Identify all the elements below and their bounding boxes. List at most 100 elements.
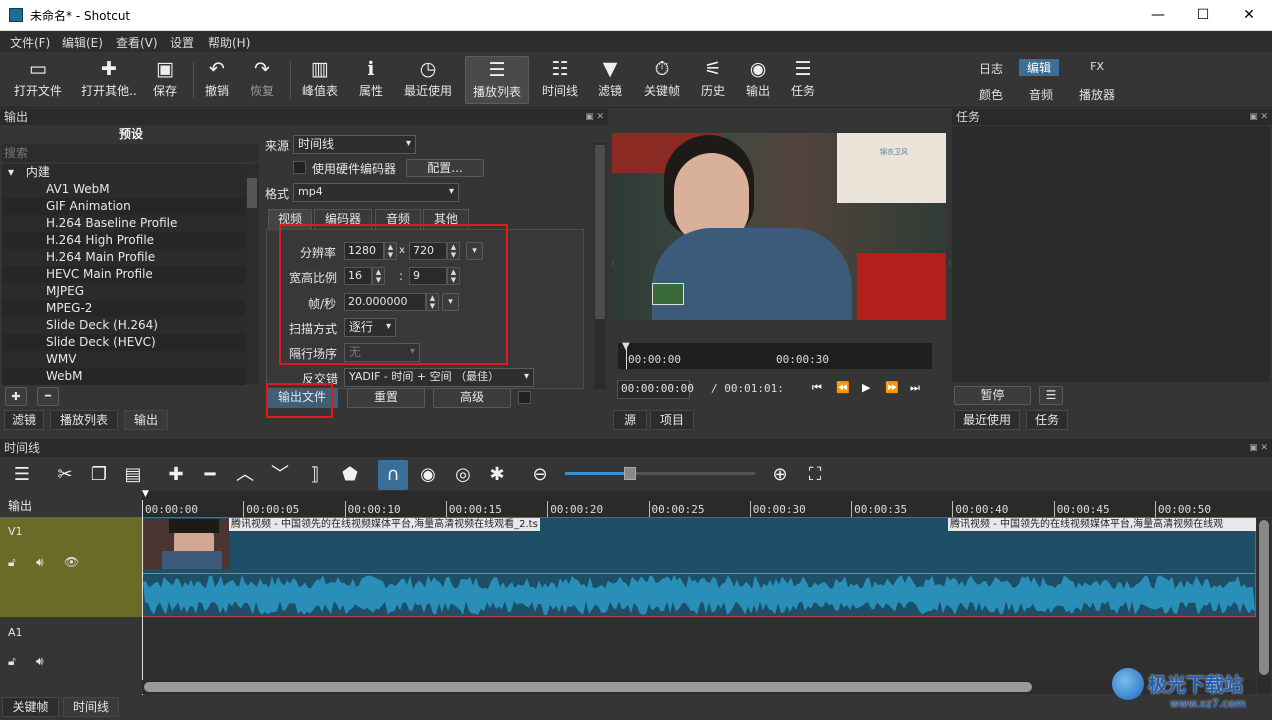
reset-button[interactable]: 重置	[347, 388, 425, 408]
splitter-handle-left[interactable]: ⋮	[610, 260, 616, 267]
tab-export[interactable]: 输出	[124, 410, 168, 430]
remove-preset-button[interactable]: ━	[37, 387, 59, 406]
preset-item[interactable]: MJPEG	[2, 283, 245, 300]
video-clip[interactable]: 腾讯视频 - 中国领先的在线视频媒体平台,海量高清视频在线观看_2.ts 腾讯视…	[142, 517, 1256, 617]
save-button[interactable]: ▣ 保存	[137, 56, 193, 104]
preset-item[interactable]: WebM	[2, 368, 245, 385]
pause-jobs-button[interactable]: 暂停	[954, 386, 1031, 405]
preset-item[interactable]: AV1 WebM	[2, 181, 245, 198]
preset-item[interactable]: WMV	[2, 351, 245, 368]
minimize-button[interactable]: —	[1135, 0, 1181, 31]
zoom-slider-handle[interactable]	[624, 467, 636, 480]
preset-item[interactable]: H.264 Main Profile	[2, 249, 245, 266]
menu-view[interactable]: 查看(V)	[116, 34, 158, 51]
add-preset-button[interactable]: ✚	[5, 387, 27, 406]
dock-float-close-icon[interactable]: ▣ ✕	[585, 109, 604, 125]
redo-button[interactable]: ↷ 恢复	[234, 56, 290, 104]
timeline-ruler[interactable]: 00:00:00 00:00:05 00:00:10 00:00:15 00:00:20…	[142, 491, 1272, 517]
layout-color[interactable]: 颜色	[971, 86, 1011, 103]
menu-help[interactable]: 帮助(H)	[208, 34, 250, 51]
preset-item[interactable]: HEVC Main Profile	[2, 266, 245, 283]
peak-meter-button[interactable]: ▥ 峰值表	[292, 56, 348, 104]
jobs-button[interactable]: ☰ 任务	[775, 56, 831, 104]
hw-encoder-checkbox[interactable]	[293, 161, 306, 174]
tab-playlist[interactable]: 播放列表	[50, 410, 118, 430]
skip-start-icon[interactable]: ⏮	[812, 381, 822, 395]
rewind-icon[interactable]: ⏪	[836, 381, 850, 394]
recent-button[interactable]: ◷ 最近使用	[400, 56, 456, 104]
scrub-icon[interactable]: ◉	[413, 460, 443, 490]
cut-icon[interactable]: ✂	[50, 460, 80, 490]
scrollbar-thumb[interactable]	[595, 145, 605, 319]
overwrite-icon[interactable]: ﹀	[265, 460, 295, 490]
mute-icon[interactable]: 🔊︎	[36, 654, 44, 669]
layout-audio[interactable]: 音频	[1021, 86, 1061, 103]
layout-editing[interactable]: 编辑	[1019, 59, 1059, 76]
tab-keyframes[interactable]: 关键帧	[2, 697, 59, 717]
zoom-out-icon[interactable]: ⊖	[525, 460, 555, 490]
timecode-input[interactable]: 00:00:00:00	[617, 380, 694, 399]
tab-source[interactable]: 源	[613, 410, 647, 430]
scrollbar-thumb[interactable]	[1259, 520, 1269, 675]
dock-float-close-icon[interactable]: ▣ ✕	[1249, 109, 1268, 125]
filter-button[interactable]: ▼ 滤镜	[582, 56, 638, 104]
lift-icon[interactable]: ︿	[230, 460, 260, 490]
zoom-in-icon[interactable]: ⊕	[765, 460, 795, 490]
menu-edit[interactable]: 编辑(E)	[62, 34, 103, 51]
preset-item[interactable]: H.264 Baseline Profile	[2, 215, 245, 232]
tab-jobs[interactable]: 任务	[1026, 410, 1068, 430]
format-select[interactable]: mp4	[293, 183, 459, 202]
ripple-icon[interactable]: ◎	[448, 460, 478, 490]
preset-list-scrollbar[interactable]	[245, 164, 259, 384]
playlist-button[interactable]: ☰ 播放列表	[465, 56, 529, 104]
fast-forward-icon[interactable]: ⏩	[885, 381, 899, 394]
tab-project[interactable]: 项目	[650, 410, 694, 430]
advanced-button[interactable]: 高级	[433, 388, 511, 408]
play-icon[interactable]: ▶	[862, 381, 870, 394]
copy-icon[interactable]: ❐	[84, 460, 114, 490]
snap-icon[interactable]: ∩	[378, 460, 408, 490]
configure-button[interactable]: 配置...	[406, 159, 484, 177]
open-file-button[interactable]: ▭ 打开文件	[10, 56, 66, 104]
menu-file[interactable]: 文件(F)	[10, 34, 50, 51]
deinterlace-select[interactable]: YADIF - 时间 + 空间 （最佳）	[344, 368, 534, 387]
timeline-vscroll[interactable]	[1257, 518, 1271, 693]
lock-icon[interactable]: 🔓︎	[8, 654, 16, 669]
preset-item[interactable]: MPEG-2	[2, 300, 245, 317]
preset-search-input[interactable]: 搜索	[2, 144, 258, 162]
source-select[interactable]: 时间线	[293, 135, 416, 154]
preset-item[interactable]: Slide Deck (H.264)	[2, 317, 245, 334]
zoom-slider[interactable]	[565, 467, 755, 480]
timeline-playhead-icon[interactable]: ▼	[142, 489, 149, 499]
player-scrubber[interactable]: ▼ 00:00:00 00:00:30	[618, 341, 932, 369]
open-other-button[interactable]: ✚ 打开其他..	[80, 56, 138, 104]
layout-logging[interactable]: 日志	[971, 60, 1011, 77]
settings-scrollbar[interactable]	[594, 143, 606, 389]
split-icon[interactable]: ⟧	[300, 460, 330, 490]
lock-icon[interactable]: 🔓︎	[8, 555, 16, 570]
scrollbar-thumb[interactable]	[247, 178, 257, 208]
layout-player[interactable]: 播放器	[1074, 86, 1120, 103]
tab-filters[interactable]: 滤镜	[4, 410, 44, 430]
hide-icon[interactable]: 👁︎	[64, 555, 79, 569]
append-icon[interactable]: ✚	[161, 460, 191, 490]
preset-item[interactable]: GIF Animation	[2, 198, 245, 215]
properties-button[interactable]: ℹ 属性	[343, 56, 399, 104]
ripple-all-icon[interactable]: ✱	[482, 460, 512, 490]
layout-fx[interactable]: FX	[1077, 60, 1117, 73]
skip-end-icon[interactable]: ⏭	[910, 381, 920, 395]
maximize-button[interactable]: ☐	[1180, 0, 1226, 31]
scrollbar-thumb[interactable]	[144, 682, 1032, 692]
dock-float-close-icon[interactable]: ▣ ✕	[1249, 439, 1268, 457]
advanced-checkbox[interactable]	[518, 391, 531, 404]
preset-item[interactable]: H.264 High Profile	[2, 232, 245, 249]
ripple-delete-icon[interactable]: ━	[195, 460, 225, 490]
menu-settings[interactable]: 设置	[170, 34, 194, 51]
close-button[interactable]: ✕	[1226, 0, 1272, 31]
tab-recent[interactable]: 最近使用	[954, 410, 1020, 430]
paste-icon[interactable]: ▤	[118, 460, 148, 490]
mute-icon[interactable]: 🔊︎	[36, 555, 44, 570]
jobs-menu-button[interactable]: ☰	[1039, 386, 1063, 405]
timeline-button[interactable]: ☷ 时间线	[532, 56, 588, 104]
preset-item[interactable]: Slide Deck (HEVC)	[2, 334, 245, 351]
